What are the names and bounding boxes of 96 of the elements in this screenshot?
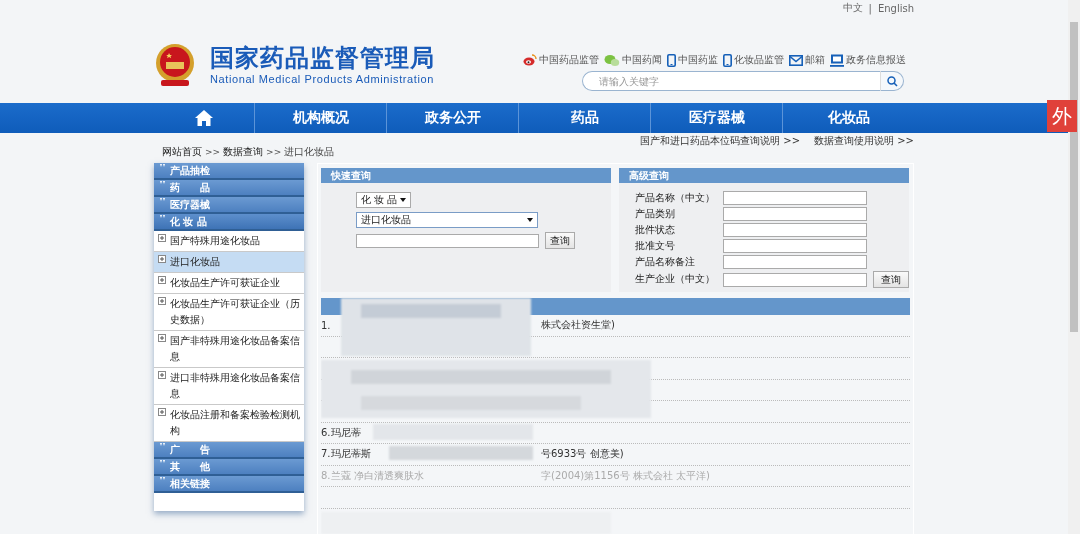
sidebar-item[interactable]: 化妆品注册和备案检验检测机构 xyxy=(154,405,304,442)
weibo-icon xyxy=(523,54,537,66)
category-label: 化 妆 品 xyxy=(170,214,207,229)
phone-icon xyxy=(723,53,732,67)
expand-icon xyxy=(158,297,166,305)
sidebar-item[interactable]: 化妆品生产许可获证企业 xyxy=(154,273,304,294)
site-title: 国家药品监督管理局 xyxy=(210,44,435,72)
double-chevron-icon xyxy=(160,198,166,203)
double-chevron-icon xyxy=(160,460,166,465)
nav-tab[interactable]: 政务公开 xyxy=(386,103,518,133)
category-label: 产品抽检 xyxy=(170,163,210,178)
help-link[interactable]: 国产和进口药品本位码查询说明 >> xyxy=(640,134,801,148)
nav-tab[interactable]: 机构概况 xyxy=(254,103,386,133)
query-button[interactable]: 查询 xyxy=(873,271,909,288)
separator: | xyxy=(868,2,872,14)
help-link[interactable]: 数据查询使用说明 >> xyxy=(814,134,914,148)
search-field[interactable]: 请输入关键字 xyxy=(582,71,880,91)
input-field[interactable] xyxy=(723,239,867,253)
quick-link[interactable]: 邮箱 xyxy=(789,53,825,67)
expand-icon xyxy=(158,371,166,379)
sidebar-item[interactable]: 进口化妆品 xyxy=(154,252,304,273)
item-label: 国产特殊用途化妆品 xyxy=(170,234,260,248)
scrollbar-thumb[interactable] xyxy=(1070,22,1078,332)
quick-link[interactable]: 政务信息报送 xyxy=(830,53,906,67)
breadcrumb-current: 进口化妆品 xyxy=(284,145,335,159)
quick-link[interactable]: 中国药闻 xyxy=(604,53,662,67)
phone-icon xyxy=(667,53,676,67)
expand-icon xyxy=(158,276,166,284)
input-field[interactable] xyxy=(723,272,867,287)
search-icon xyxy=(886,75,898,87)
home-icon xyxy=(195,110,213,126)
input-field[interactable] xyxy=(723,191,867,205)
result-text[interactable]: 号6933号 创意美) xyxy=(541,447,910,462)
breadcrumb-link[interactable]: 数据查询 xyxy=(223,145,264,159)
quick-link[interactable]: 中国药监 xyxy=(667,53,718,67)
category-label: 其 他 xyxy=(170,459,210,474)
input-field[interactable] xyxy=(723,207,867,221)
extension-badge[interactable]: 外 xyxy=(1047,100,1077,132)
monitor-icon xyxy=(830,53,844,67)
emblem-icon xyxy=(154,42,196,88)
item-label: 国产非特殊用途化妆品备案信息 xyxy=(170,334,300,364)
category-label: 药 品 xyxy=(170,180,210,195)
language-link[interactable]: English xyxy=(877,2,914,14)
keyword-field[interactable] xyxy=(356,233,539,248)
mail-icon xyxy=(789,54,803,66)
search-button[interactable] xyxy=(880,71,904,91)
expand-icon xyxy=(158,408,166,416)
item-label: 进口非特殊用途化妆品备案信息 xyxy=(170,371,300,401)
breadcrumb-link[interactable]: 网站首页 xyxy=(162,145,202,159)
nav-tab[interactable]: 医疗器械 xyxy=(650,103,782,133)
expand-icon xyxy=(158,255,166,263)
breadcrumb-separator: >> xyxy=(205,147,221,157)
result-text[interactable]: 株式会社资生堂) xyxy=(541,318,910,333)
double-chevron-icon xyxy=(160,443,166,448)
sidebar-item[interactable]: 进口非特殊用途化妆品备案信息 xyxy=(154,368,304,405)
field-label: 产品名称（中文） xyxy=(635,191,716,205)
section-header: 高级查询 xyxy=(619,168,909,183)
item-label: 进口化妆品 xyxy=(170,255,220,269)
input-field[interactable] xyxy=(723,255,867,269)
sidebar-item[interactable]: 国产非特殊用途化妆品备案信息 xyxy=(154,331,304,368)
double-chevron-icon xyxy=(160,181,166,186)
double-chevron-icon xyxy=(160,215,166,220)
category-label: 广 告 xyxy=(170,442,210,457)
double-chevron-icon xyxy=(160,477,166,482)
field-label: 产品类别 xyxy=(635,207,676,221)
breadcrumb-separator: >> xyxy=(266,147,282,157)
expand-icon xyxy=(158,234,166,242)
nav-tab[interactable]: 化妆品 xyxy=(782,103,914,133)
sidebar-item[interactable]: 国产特殊用途化妆品 xyxy=(154,231,304,252)
section-header: 快速查询 xyxy=(321,168,611,183)
item-label: 化妆品生产许可获证企业 xyxy=(170,276,280,290)
site-subtitle: National Medical Products Administration xyxy=(210,72,435,86)
quick-link[interactable]: 中国药品监管 xyxy=(523,53,599,67)
sidebar-category[interactable]: 化 妆 品 xyxy=(154,214,304,231)
dropdown-arrow-icon xyxy=(527,218,533,222)
sidebar-category[interactable]: 广 告 xyxy=(154,442,304,459)
field-label: 产品名称备注 xyxy=(635,255,696,269)
category-label: 医疗器械 xyxy=(170,197,210,212)
dropdown[interactable]: 化 妆 品 xyxy=(356,192,411,208)
input-field[interactable] xyxy=(723,223,867,237)
sidebar-item[interactable]: 化妆品生产许可获证企业（历史数据） xyxy=(154,294,304,331)
field-label: 批件状态 xyxy=(635,223,676,237)
category-label: 相关链接 xyxy=(170,476,210,491)
dropdown[interactable]: 进口化妆品 xyxy=(356,212,538,228)
nav-tab[interactable]: 药品 xyxy=(518,103,650,133)
language-link[interactable]: 中文 xyxy=(842,1,863,15)
chat-bubbles-icon xyxy=(604,53,620,67)
item-label: 化妆品生产许可获证企业（历史数据） xyxy=(170,297,300,327)
expand-icon xyxy=(158,334,166,342)
double-chevron-icon xyxy=(160,164,166,169)
item-label: 化妆品注册和备案检验检测机构 xyxy=(170,408,300,438)
query-button[interactable]: 查询 xyxy=(545,232,575,249)
dropdown-arrow-icon xyxy=(400,198,406,202)
field-label: 批准文号 xyxy=(635,239,676,253)
field-label: 生产企业（中文） xyxy=(635,273,716,286)
quick-link[interactable]: 化妆品监管 xyxy=(723,53,784,67)
